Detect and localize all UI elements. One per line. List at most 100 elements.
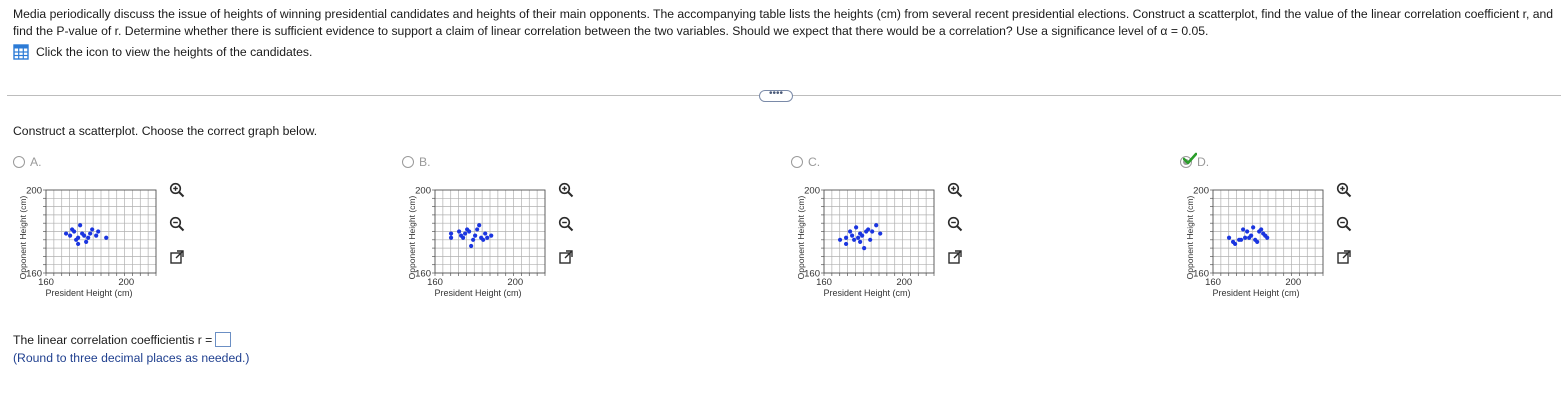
y-axis-label: Opponent Height (cm) <box>409 196 417 280</box>
x-tick-label: 200 <box>896 277 912 288</box>
zoom-in-icon[interactable] <box>558 182 574 198</box>
y-tick-label: 200 <box>804 186 820 197</box>
data-point <box>1259 227 1264 232</box>
option-b-choice[interactable]: B. <box>402 155 431 169</box>
zoom-out-icon[interactable] <box>947 216 963 232</box>
data-point <box>1243 235 1248 240</box>
data-point <box>76 235 81 240</box>
correlation-label: The linear correlation coefficientis r = <box>13 332 213 347</box>
data-point <box>837 237 843 242</box>
pop-out-icon[interactable] <box>947 249 963 265</box>
data-point <box>104 235 109 240</box>
y-axis-label: Opponent Height (cm) <box>798 196 806 280</box>
data-point <box>1239 237 1244 242</box>
data-point <box>1249 233 1254 238</box>
x-tick-label: 160 <box>427 277 443 288</box>
data-point <box>76 241 81 247</box>
data-point <box>461 235 466 240</box>
data-point <box>843 235 849 240</box>
data-point <box>1241 227 1246 232</box>
grid <box>434 189 546 274</box>
x-axis-label: President Height (cm) <box>823 288 910 298</box>
view-data-link[interactable]: Click the icon to view the heights of th… <box>13 44 312 60</box>
scatterplot-c: 200160160 200President Height (cm)Opponen… <box>798 186 935 298</box>
option-d-label: D. <box>1197 155 1210 169</box>
x-tick-label: 200 <box>1285 277 1301 288</box>
data-point <box>878 231 883 236</box>
zoom-in-icon[interactable] <box>1336 182 1352 198</box>
y-tick-label: 200 <box>1193 186 1209 197</box>
data-point <box>467 229 472 234</box>
zoom-in-icon[interactable] <box>169 182 185 198</box>
zoom-out-icon[interactable] <box>558 216 574 232</box>
scatterplot-d: 200160160 200President Height (cm)Opponen… <box>1187 186 1324 298</box>
view-data-label: Click the icon to view the heights of th… <box>36 45 313 59</box>
pop-out-icon[interactable] <box>558 249 574 265</box>
data-point <box>843 241 849 247</box>
data-point <box>483 231 488 236</box>
option-a-label: A. <box>30 155 42 169</box>
option-c-label: C. <box>808 155 821 169</box>
data-point <box>90 227 95 232</box>
data-point <box>481 237 486 242</box>
data-point <box>473 233 478 238</box>
x-axis-label: President Height (cm) <box>434 288 521 298</box>
data-point <box>94 233 99 238</box>
zoom-out-icon[interactable] <box>1336 216 1352 232</box>
y-tick-label: 200 <box>26 186 42 197</box>
data-point <box>1255 239 1260 244</box>
data-point <box>475 227 480 232</box>
scatterplot-prompt: Construct a scatterplot. Choose the corr… <box>13 124 318 138</box>
option-d[interactable]: D. 200 160 160 200 President Height (cm) Oppo… <box>1180 152 1540 315</box>
option-c-radio[interactable] <box>791 156 803 168</box>
data-point <box>63 231 69 236</box>
scatterplot-b: 200160160 200President Height (cm)Opponen… <box>409 186 546 298</box>
pop-out-icon[interactable] <box>169 249 185 265</box>
data-point <box>862 246 867 251</box>
x-tick-label: 160 <box>816 277 832 288</box>
correlation-question: The linear correlation coefficientis r = <box>13 332 232 347</box>
option-a-choice[interactable]: A. <box>13 155 42 169</box>
data-point <box>448 231 454 236</box>
data-point <box>88 231 93 236</box>
data-point <box>485 235 490 240</box>
data-point <box>84 239 89 244</box>
x-axis-label: President Height (cm) <box>1212 288 1299 298</box>
data-point <box>856 235 861 240</box>
option-c[interactable]: C. 200 160 160 200 President Height (cm) Oppo… <box>791 155 1151 315</box>
option-c-choice[interactable]: C. <box>791 155 820 169</box>
expand-button[interactable]: •••• <box>759 89 793 102</box>
data-point <box>858 239 863 244</box>
pop-out-icon[interactable] <box>1336 249 1352 265</box>
data-point <box>1245 229 1250 234</box>
table-icon[interactable] <box>13 44 29 60</box>
data-point <box>866 227 871 232</box>
data-point <box>1232 241 1238 247</box>
option-a-radio[interactable] <box>13 156 25 168</box>
data-point <box>854 225 859 230</box>
grid <box>1212 189 1324 274</box>
option-b[interactable]: B. 200 160 160 200 President Height (cm) Oppo… <box>402 155 762 315</box>
data-point <box>477 223 482 228</box>
data-point <box>850 233 855 238</box>
data-point <box>471 237 476 242</box>
zoom-in-icon[interactable] <box>947 182 963 198</box>
data-point <box>463 231 468 236</box>
data-point <box>82 233 87 238</box>
zoom-out-icon[interactable] <box>169 216 185 232</box>
data-point <box>1265 235 1270 240</box>
r-answer-input[interactable] <box>215 332 232 347</box>
option-a[interactable]: A. 200 160 160 200 President Height (cm) Oppo… <box>13 155 373 315</box>
data-point <box>78 223 83 228</box>
x-axis-label: President Height (cm) <box>45 288 132 298</box>
option-b-radio[interactable] <box>402 156 414 168</box>
grid <box>823 189 935 274</box>
data-point <box>469 243 474 249</box>
data-point <box>874 223 879 228</box>
data-point <box>860 233 865 238</box>
data-point <box>448 235 454 240</box>
data-point <box>96 229 101 234</box>
data-point <box>67 233 73 238</box>
option-b-label: B. <box>419 155 431 169</box>
data-point <box>868 237 873 242</box>
